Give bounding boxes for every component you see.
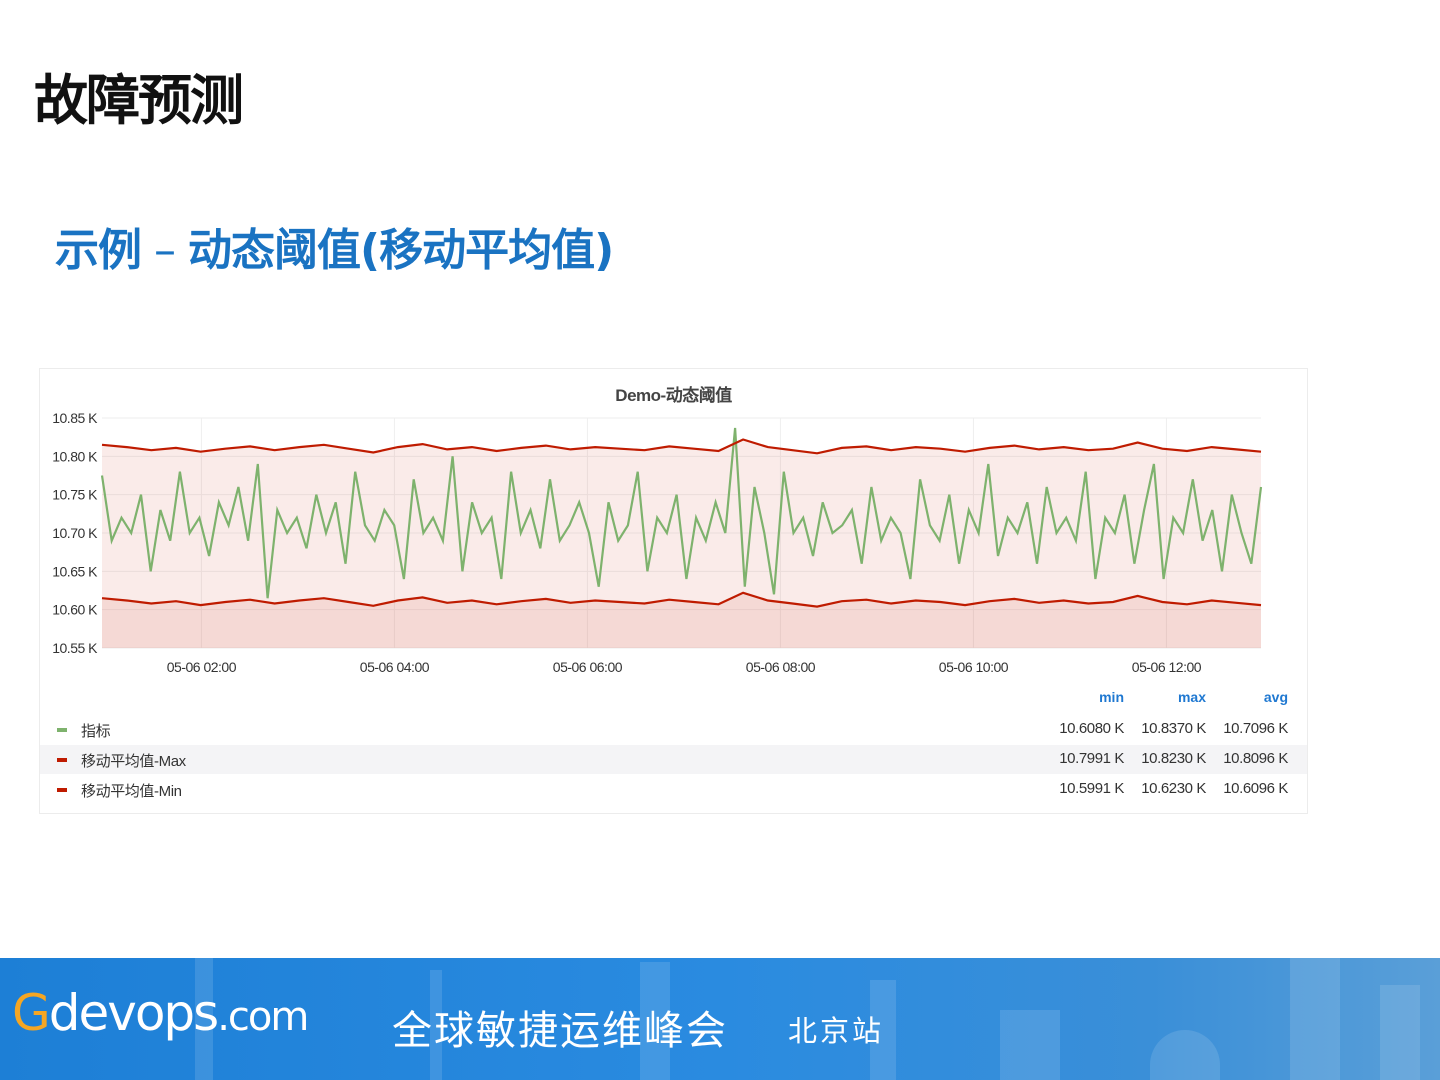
legend-value: 10.7096 K <box>1223 720 1288 737</box>
y-tick-label: 10.75 K <box>52 487 98 503</box>
y-tick-label: 10.70 K <box>52 525 98 541</box>
legend-col-min[interactable]: min <box>1064 689 1124 705</box>
x-tick-label: 05-06 06:00 <box>553 659 623 675</box>
chart-title: Demo-动态阈值 <box>615 386 732 405</box>
legend-value: 10.6080 K <box>1059 720 1124 737</box>
footer-slogan: 全球敏捷运维峰会 <box>392 1008 728 1054</box>
subtitle-main: 动态阈值(移动平均值) <box>187 225 614 276</box>
legend-value: 10.6096 K <box>1223 780 1288 797</box>
chart-panel: 10.85 K 10.80 K 10.75 K 10.70 K 10.65 K 10.60… <box>39 368 1308 814</box>
subtitle-dash: – <box>141 225 188 276</box>
legend-swatch <box>57 758 67 762</box>
legend-series-name[interactable]: 移动平均值-Max <box>81 750 186 771</box>
footer-city: 北京站 <box>788 1014 885 1048</box>
legend-value: 10.7991 K <box>1059 750 1124 767</box>
legend-row[interactable]: 移动平均值-Min 10.5991 K 10.6230 K 10.6096 K <box>40 775 1307 804</box>
gdevops-logo: Gdevops.com <box>12 984 309 1042</box>
y-tick-label: 10.80 K <box>52 448 98 464</box>
slide-subtitle: 示例 – 动态阈值(移动平均值) <box>55 214 614 278</box>
legend-value: 10.8370 K <box>1141 720 1206 737</box>
legend-swatch <box>57 728 67 732</box>
y-tick-label: 10.55 K <box>52 640 98 656</box>
legend-value: 10.8096 K <box>1223 750 1288 767</box>
legend-row[interactable]: 移动平均值-Max 10.7991 K 10.8230 K 10.8096 K <box>40 745 1307 774</box>
y-tick-label: 10.60 K <box>52 602 98 618</box>
x-tick-label: 05-06 10:00 <box>939 659 1009 675</box>
x-tick-label: 05-06 04:00 <box>360 659 430 675</box>
legend-row[interactable]: 指标 10.6080 K 10.8370 K 10.7096 K <box>40 715 1307 744</box>
legend-series-name[interactable]: 指标 <box>81 720 111 741</box>
y-tick-label: 10.85 K <box>52 410 98 426</box>
legend-series-name[interactable]: 移动平均值-Min <box>81 780 182 801</box>
legend-value: 10.5991 K <box>1059 780 1124 797</box>
legend-col-avg[interactable]: avg <box>1228 689 1288 705</box>
legend-col-max[interactable]: max <box>1146 689 1206 705</box>
y-tick-label: 10.65 K <box>52 563 98 579</box>
legend-swatch <box>57 788 67 792</box>
x-tick-label: 05-06 08:00 <box>746 659 816 675</box>
footer-banner: Gdevops.com 全球敏捷运维峰会 北京站 <box>0 958 1440 1080</box>
legend-value: 10.8230 K <box>1141 750 1206 767</box>
x-tick-label: 05-06 02:00 <box>167 659 237 675</box>
legend-value: 10.6230 K <box>1141 780 1206 797</box>
slide-title: 故障预测 <box>34 69 244 132</box>
subtitle-prefix: 示例 <box>55 225 142 276</box>
x-tick-label: 05-06 12:00 <box>1132 659 1202 675</box>
